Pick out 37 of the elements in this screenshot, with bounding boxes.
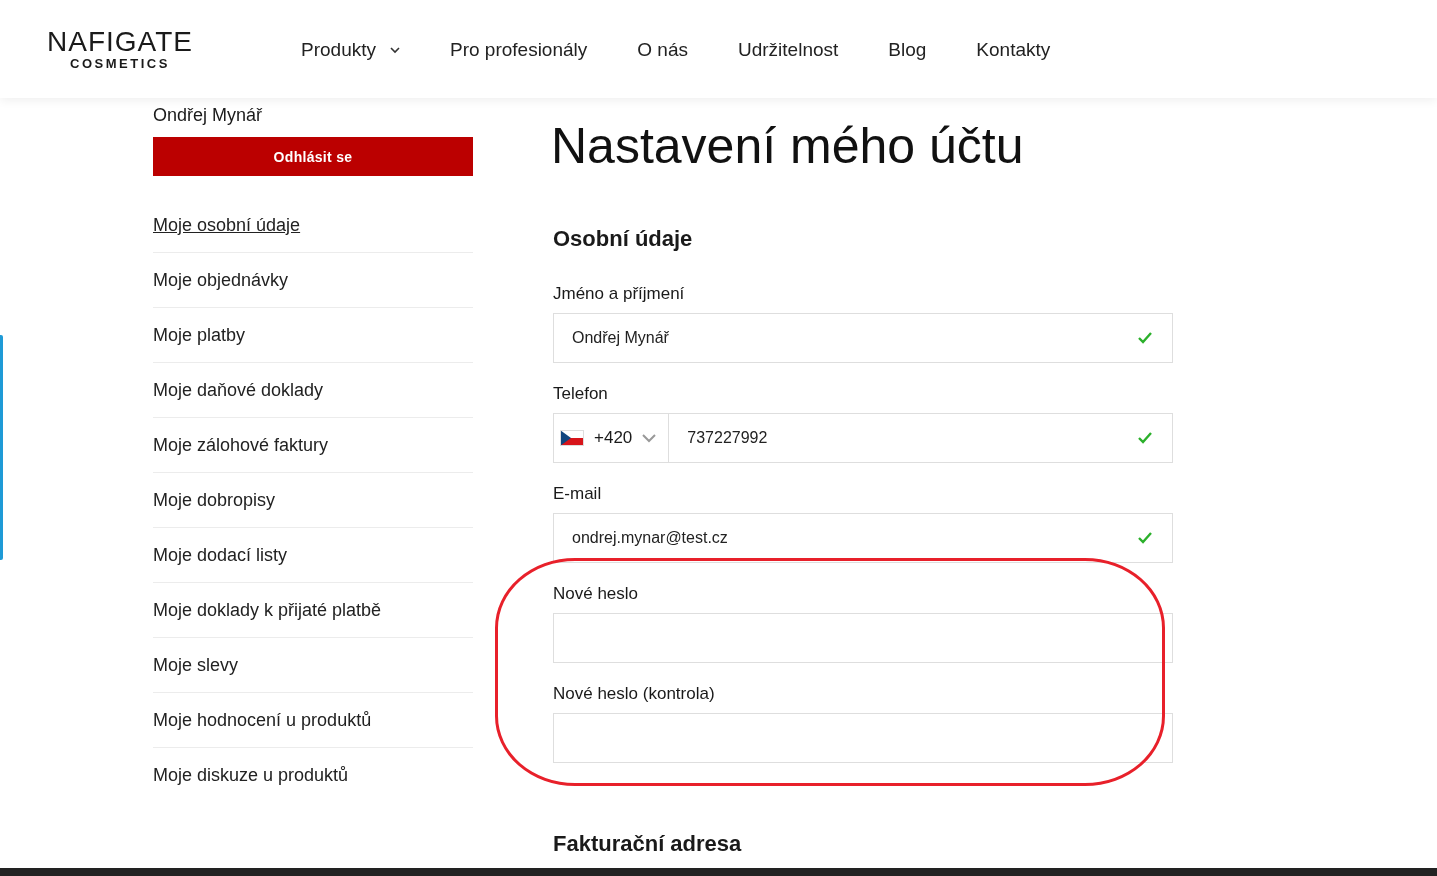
section-heading: Fakturační adresa [553,830,743,858]
user-name: Ondřej Mynář [153,104,264,127]
flag-icon [560,430,584,446]
page-title: Nastavení mého účtu [551,117,1025,176]
field-label: E-mail [553,483,603,505]
sidebar-item[interactable]: Moje zálohové faktury [153,418,473,473]
password-field[interactable] [553,613,1173,663]
input-field[interactable]: Ondřej Mynář [553,313,1173,363]
section-heading: Osobní údaje [553,225,694,253]
nav-link[interactable]: Pro profesionály [450,39,588,61]
logout-button[interactable]: Odhlásit se [153,137,473,176]
chevron-icon [642,433,657,443]
sidebar-item[interactable]: Moje slevy [153,638,473,693]
sidebar-item[interactable]: Moje platby [153,308,473,363]
sidebar-item[interactable]: Moje objednávky [153,253,473,308]
input-field[interactable]: 737227992 [668,413,1173,463]
field-label: Nové heslo (kontrola) [553,683,716,705]
sidebar-item[interactable]: Moje diskuze u produktů [153,748,473,802]
field-label: Telefon [553,383,609,405]
sidebar-item[interactable]: Moje doklady k přijaté platbě [153,583,473,638]
password-field[interactable] [553,713,1173,763]
nav-link[interactable]: Blog [888,39,927,61]
sidebar-item[interactable]: Moje dodací listy [153,528,473,583]
nav-link[interactable]: Udržitelnost [738,39,839,61]
nav-link[interactable]: O nás [637,39,688,61]
caret-icon [390,46,400,54]
nav-link[interactable]: Kontakty [976,39,1051,61]
nav-link[interactable]: Produkty [301,39,400,61]
country-select[interactable]: +420 [553,413,669,463]
logo[interactable]: NAFIGATE COSMETICS [45,27,195,71]
field-label: Jméno a příjmení [553,283,686,305]
sidebar-item[interactable]: Moje dobropisy [153,473,473,528]
input-field[interactable]: ondrej.mynar@test.cz [553,513,1173,563]
sidebar-item[interactable]: Moje osobní údaje [153,198,473,253]
sidebar-item[interactable]: Moje hodnocení u produktů [153,693,473,748]
field-label: Nové heslo [553,583,640,605]
sidebar-item[interactable]: Moje daňové doklady [153,363,473,418]
